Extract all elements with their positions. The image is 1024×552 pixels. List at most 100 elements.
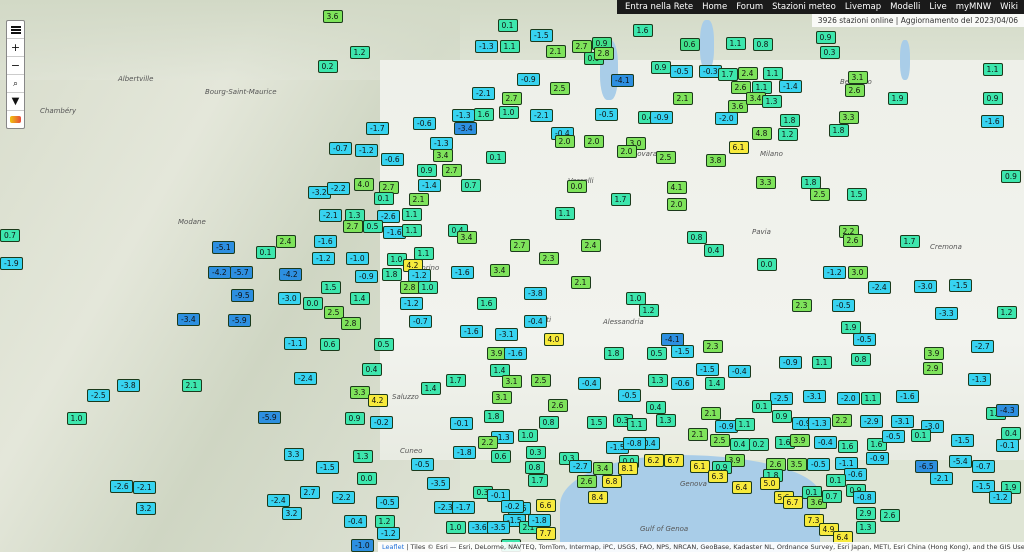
leaflet-link[interactable]: Leaflet	[382, 543, 404, 551]
nav-wiki[interactable]: Wiki	[1000, 0, 1018, 14]
station-marker[interactable]: 7.7	[535, 527, 556, 540]
station-marker[interactable]: 1.6	[476, 297, 497, 310]
map-canvas[interactable]: Chambéry Albertville Bourg-Saint-Maurice Mo…	[0, 0, 1024, 552]
station-marker[interactable]: -0.7	[329, 142, 352, 155]
station-marker[interactable]: 2.4	[275, 235, 296, 248]
station-marker[interactable]: -1.6	[451, 266, 474, 279]
station-marker[interactable]: 4.0	[543, 333, 564, 346]
station-marker[interactable]: 0.3	[525, 446, 546, 459]
station-marker[interactable]: -2.4	[868, 281, 891, 294]
station-marker[interactable]: -1.5	[316, 461, 339, 474]
station-marker[interactable]: 2.6	[879, 509, 900, 522]
station-marker[interactable]: 2.1	[181, 379, 202, 392]
station-marker[interactable]: 1.6	[632, 24, 653, 37]
station-marker[interactable]: -1.4	[779, 80, 802, 93]
station-marker[interactable]: 3.1	[491, 391, 512, 404]
station-marker[interactable]: -0.5	[832, 299, 855, 312]
station-marker[interactable]: 1.5	[320, 281, 341, 294]
station-marker[interactable]: -1.7	[366, 122, 389, 135]
station-marker[interactable]: 3.1	[501, 375, 522, 388]
station-marker[interactable]: 3.4	[592, 462, 613, 475]
station-marker[interactable]: -1.5	[530, 29, 553, 42]
station-marker[interactable]: 1.1	[626, 418, 647, 431]
station-marker[interactable]: 0.9	[344, 412, 365, 425]
station-marker[interactable]: 0.4	[361, 363, 382, 376]
station-marker[interactable]: 0.1	[485, 151, 506, 164]
station-marker[interactable]: -0.8	[623, 437, 646, 450]
station-marker[interactable]: -2.1	[472, 87, 495, 100]
station-marker[interactable]: 1.2	[349, 46, 370, 59]
station-marker[interactable]: -0.9	[650, 111, 673, 124]
station-marker[interactable]: 3.5	[786, 458, 807, 471]
station-marker[interactable]: -2.5	[87, 389, 110, 402]
station-marker[interactable]: 0.2	[748, 438, 769, 451]
station-marker[interactable]: 0.1	[751, 400, 772, 413]
station-marker[interactable]: 0.9	[771, 410, 792, 423]
station-marker[interactable]: 1.1	[982, 63, 1003, 76]
station-marker[interactable]: 1.3	[647, 374, 668, 387]
station-marker[interactable]: 3.0	[847, 266, 868, 279]
station-marker[interactable]: -5.7	[230, 266, 253, 279]
station-marker[interactable]: 3.8	[705, 154, 726, 167]
station-marker[interactable]: -0.7	[409, 315, 432, 328]
station-marker[interactable]: -3.4	[454, 122, 477, 135]
station-marker[interactable]: 1.8	[381, 268, 402, 281]
station-marker[interactable]: 1.3	[855, 521, 876, 534]
station-marker[interactable]: 6.3	[707, 470, 728, 483]
station-marker[interactable]: -1.8	[528, 514, 551, 527]
station-marker[interactable]: 2.3	[538, 252, 559, 265]
station-marker[interactable]: 2.7	[299, 486, 320, 499]
station-marker[interactable]: -4.1	[611, 74, 634, 87]
station-marker[interactable]: 2.6	[844, 84, 865, 97]
station-marker[interactable]: -4.2	[279, 268, 302, 281]
station-marker[interactable]: 2.8	[593, 47, 614, 60]
station-marker[interactable]: 2.8	[340, 317, 361, 330]
station-marker[interactable]: -1.6	[981, 115, 1004, 128]
station-marker[interactable]: -1.6	[314, 235, 337, 248]
station-marker[interactable]: -0.9	[517, 73, 540, 86]
station-marker[interactable]: -1.3	[808, 417, 831, 430]
nav-livemap[interactable]: Livemap	[845, 0, 881, 14]
station-marker[interactable]: 2.3	[702, 340, 723, 353]
station-marker[interactable]: 2.1	[408, 193, 429, 206]
zoom-out-button[interactable]: −	[7, 57, 24, 75]
station-marker[interactable]: 0.9	[416, 164, 437, 177]
station-marker[interactable]: -1.2	[400, 297, 423, 310]
station-marker[interactable]: -4.3	[996, 404, 1019, 417]
station-marker[interactable]: 4.8	[751, 127, 772, 140]
station-marker[interactable]: 1.7	[527, 474, 548, 487]
station-marker[interactable]: -0.5	[853, 333, 876, 346]
station-marker[interactable]: 2.5	[530, 374, 551, 387]
station-marker[interactable]: -1.4	[418, 179, 441, 192]
station-marker[interactable]: 1.5	[586, 416, 607, 429]
station-marker[interactable]: -0.4	[728, 365, 751, 378]
station-marker[interactable]: 1.1	[725, 37, 746, 50]
station-marker[interactable]: -0.9	[866, 452, 889, 465]
station-marker[interactable]: 0.0	[566, 180, 587, 193]
station-marker[interactable]: 1.0	[517, 429, 538, 442]
station-marker[interactable]: 1.1	[499, 40, 520, 53]
station-marker[interactable]: 1.8	[779, 114, 800, 127]
station-marker[interactable]: -3.8	[524, 287, 547, 300]
station-marker[interactable]: 2.5	[709, 434, 730, 447]
station-marker[interactable]: -5.4	[949, 455, 972, 468]
station-marker[interactable]: 1.5	[846, 188, 867, 201]
station-marker[interactable]: 0.1	[825, 474, 846, 487]
station-marker[interactable]: -1.2	[355, 144, 378, 157]
station-marker[interactable]: -3.5	[487, 521, 510, 534]
station-marker[interactable]: 3.9	[789, 434, 810, 447]
station-marker[interactable]: -2.1	[530, 109, 553, 122]
station-marker[interactable]: -0.5	[618, 389, 641, 402]
station-marker[interactable]: 0.8	[686, 231, 707, 244]
station-marker[interactable]: 1.3	[761, 95, 782, 108]
station-marker[interactable]: 0.9	[982, 92, 1003, 105]
station-marker[interactable]: -0.8	[853, 491, 876, 504]
station-marker[interactable]: 1.1	[554, 207, 575, 220]
nav-mymnw[interactable]: myMNW	[956, 0, 991, 14]
station-marker[interactable]: -0.7	[972, 460, 995, 473]
station-marker[interactable]: -3.1	[803, 390, 826, 403]
station-marker[interactable]: 1.8	[603, 347, 624, 360]
station-marker[interactable]: -2.7	[971, 340, 994, 353]
station-marker[interactable]: 2.0	[616, 145, 637, 158]
station-marker[interactable]: 0.1	[497, 19, 518, 32]
